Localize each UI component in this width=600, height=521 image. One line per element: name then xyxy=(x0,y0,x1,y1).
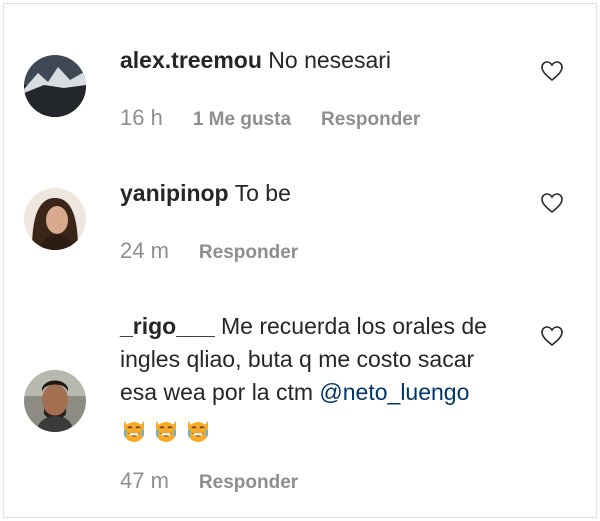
comment-meta: 24 m Responder xyxy=(120,238,298,264)
heart-outline-icon[interactable] xyxy=(540,191,564,215)
avatar[interactable] xyxy=(24,188,86,250)
comment-message: No nesesari xyxy=(268,47,392,73)
comment-text: alex.treemou No nesesari xyxy=(120,44,515,77)
mention-link[interactable]: @neto_luengo xyxy=(319,379,469,405)
crying-laughing-cat-face-icon xyxy=(188,420,208,442)
comment-username[interactable]: _rigo___ xyxy=(120,313,215,339)
emoji-row xyxy=(120,411,515,443)
comment-username[interactable]: yanipinop xyxy=(120,180,229,206)
comment-text: _rigo___ Me recuerda los orales de ingle… xyxy=(120,310,515,443)
comment-time[interactable]: 16 h xyxy=(120,105,163,131)
heart-outline-icon[interactable] xyxy=(540,59,564,83)
comment-message: To be xyxy=(234,180,291,206)
reply-button[interactable]: Responder xyxy=(321,109,420,131)
heart-outline-icon[interactable] xyxy=(540,324,564,348)
reply-button[interactable]: Responder xyxy=(199,472,298,494)
comment-meta: 16 h 1 Me gusta Responder xyxy=(120,105,420,131)
comment-text: yanipinop To be xyxy=(120,177,515,210)
crying-laughing-cat-face-icon xyxy=(156,420,176,442)
comment-time[interactable]: 47 m xyxy=(120,468,169,494)
comment-username[interactable]: alex.treemou xyxy=(120,47,262,73)
avatar[interactable] xyxy=(24,370,86,432)
comment-time[interactable]: 24 m xyxy=(120,238,169,264)
crying-laughing-cat-face-icon xyxy=(124,420,144,442)
comment-meta: 47 m Responder xyxy=(120,468,298,494)
avatar[interactable] xyxy=(24,55,86,117)
reply-button[interactable]: Responder xyxy=(199,242,298,264)
likes-count-button[interactable]: 1 Me gusta xyxy=(193,109,291,131)
